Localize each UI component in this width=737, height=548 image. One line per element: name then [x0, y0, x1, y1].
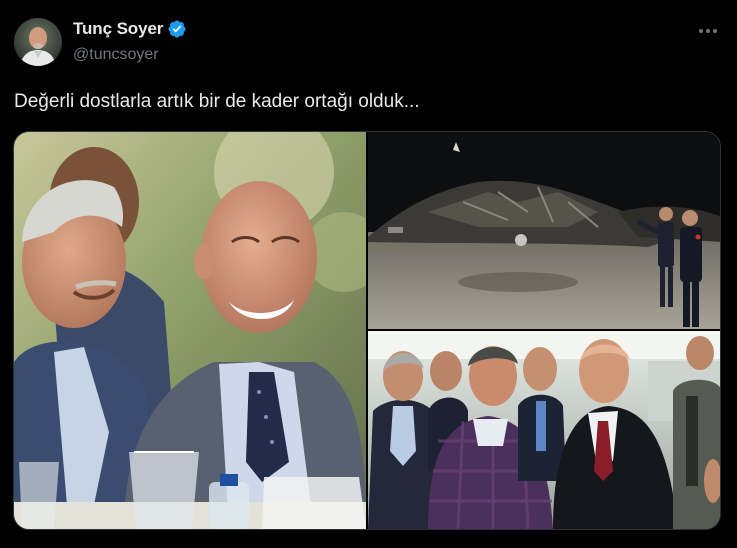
avatar-image [14, 18, 62, 66]
author-name-row: Tunç Soyer [73, 19, 187, 39]
tweet-text: Değerli dostlarla artık bir de kader ort… [14, 91, 420, 112]
author-display-name[interactable]: Tunç Soyer [73, 19, 163, 39]
author-handle[interactable]: @tuncsoyer [73, 46, 159, 64]
photo-1-image [14, 132, 366, 529]
photo-1[interactable] [14, 132, 366, 529]
verified-badge-icon [168, 20, 186, 38]
photo-2-image [368, 132, 720, 329]
media-grid [13, 131, 721, 530]
photo-2[interactable] [368, 132, 720, 329]
photo-3-image [368, 331, 720, 529]
more-options-button[interactable] [697, 22, 719, 40]
photo-3[interactable] [368, 331, 720, 529]
more-dots-icon [699, 29, 717, 33]
tweet-card: Tunç Soyer @tuncsoyer Değerli dostlarla … [0, 0, 737, 548]
avatar[interactable] [14, 18, 62, 66]
